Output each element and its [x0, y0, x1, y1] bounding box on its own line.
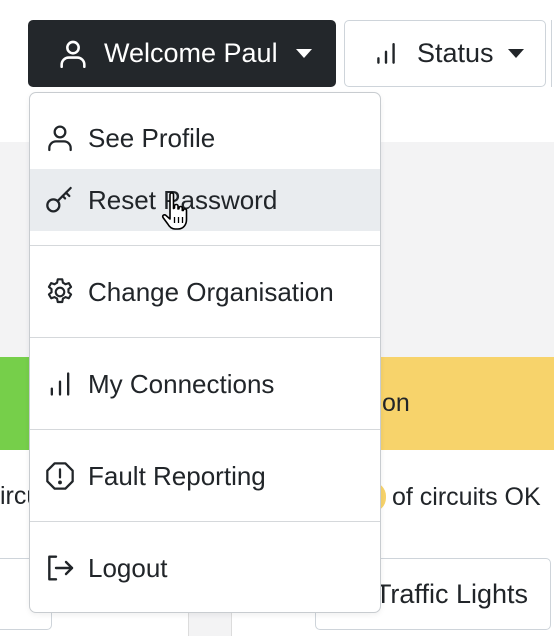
- menu-item-label: Change Organisation: [88, 276, 334, 307]
- chevron-down-icon: [507, 49, 524, 58]
- menu-item-fault-reporting[interactable]: Fault Reporting: [30, 445, 380, 507]
- menu-item-label: Fault Reporting: [88, 460, 266, 491]
- menu-divider: [30, 245, 380, 246]
- bars-icon: [377, 42, 395, 64]
- menu-divider: [30, 337, 380, 338]
- menu-item-label: Logout: [88, 552, 168, 583]
- status-bar-yellow-label: on: [382, 389, 410, 417]
- welcome-label: Welcome Paul: [104, 38, 278, 68]
- logout-icon: [44, 552, 76, 584]
- status-label: Status: [417, 38, 494, 68]
- user-dropdown-menu: See Profile Reset Password Change Organi…: [29, 92, 381, 613]
- status-button[interactable]: Status: [344, 20, 546, 87]
- user-icon: [44, 122, 76, 154]
- user-icon: [60, 40, 86, 68]
- key-icon: [44, 184, 76, 216]
- bars-icon: [44, 368, 76, 400]
- menu-item-see-profile[interactable]: See Profile: [30, 107, 380, 169]
- gear-icon: [44, 276, 76, 308]
- chevron-down-icon: [296, 49, 312, 58]
- menu-item-logout[interactable]: Logout: [30, 537, 380, 599]
- menu-divider: [30, 429, 380, 430]
- alert-octagon-icon: [44, 460, 76, 492]
- menu-item-label: My Connections: [88, 368, 275, 399]
- menu-item-change-organisation[interactable]: Change Organisation: [30, 261, 380, 323]
- menu-item-reset-password[interactable]: Reset Password: [30, 169, 380, 231]
- menu-item-my-connections[interactable]: My Connections: [30, 353, 380, 415]
- menu-divider: [30, 521, 380, 522]
- welcome-user-button[interactable]: Welcome Paul: [28, 20, 336, 87]
- menu-item-label: See Profile: [88, 122, 216, 153]
- hand-cursor-icon: [161, 192, 188, 230]
- circuits-stat-text: of circuits OK: [392, 482, 541, 511]
- circuits-stat-right: of circuits OK: [372, 482, 541, 512]
- scroll-strip: [188, 612, 232, 636]
